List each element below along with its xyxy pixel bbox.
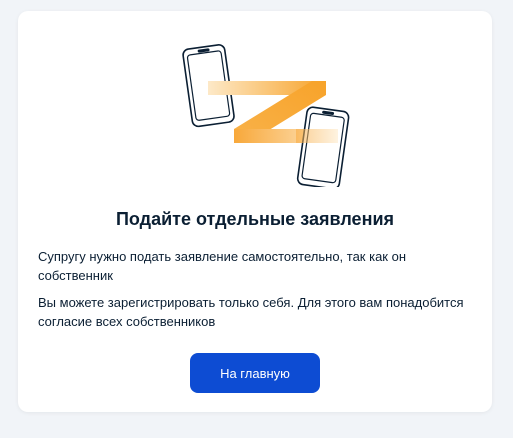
phone-right (296, 106, 350, 187)
info-card: Подайте отдельные заявления Супругу нужн… (18, 11, 492, 412)
two-phones-exchange-illustration (182, 44, 350, 187)
go-home-button[interactable]: На главную (190, 353, 320, 393)
info-paragraph-consent: Вы можете зарегистрировать только себя. … (38, 295, 464, 329)
page-title: Подайте отдельные заявления (115, 209, 395, 229)
info-paragraph-spouse: Супругу нужно подать заявление самостоят… (38, 249, 407, 283)
